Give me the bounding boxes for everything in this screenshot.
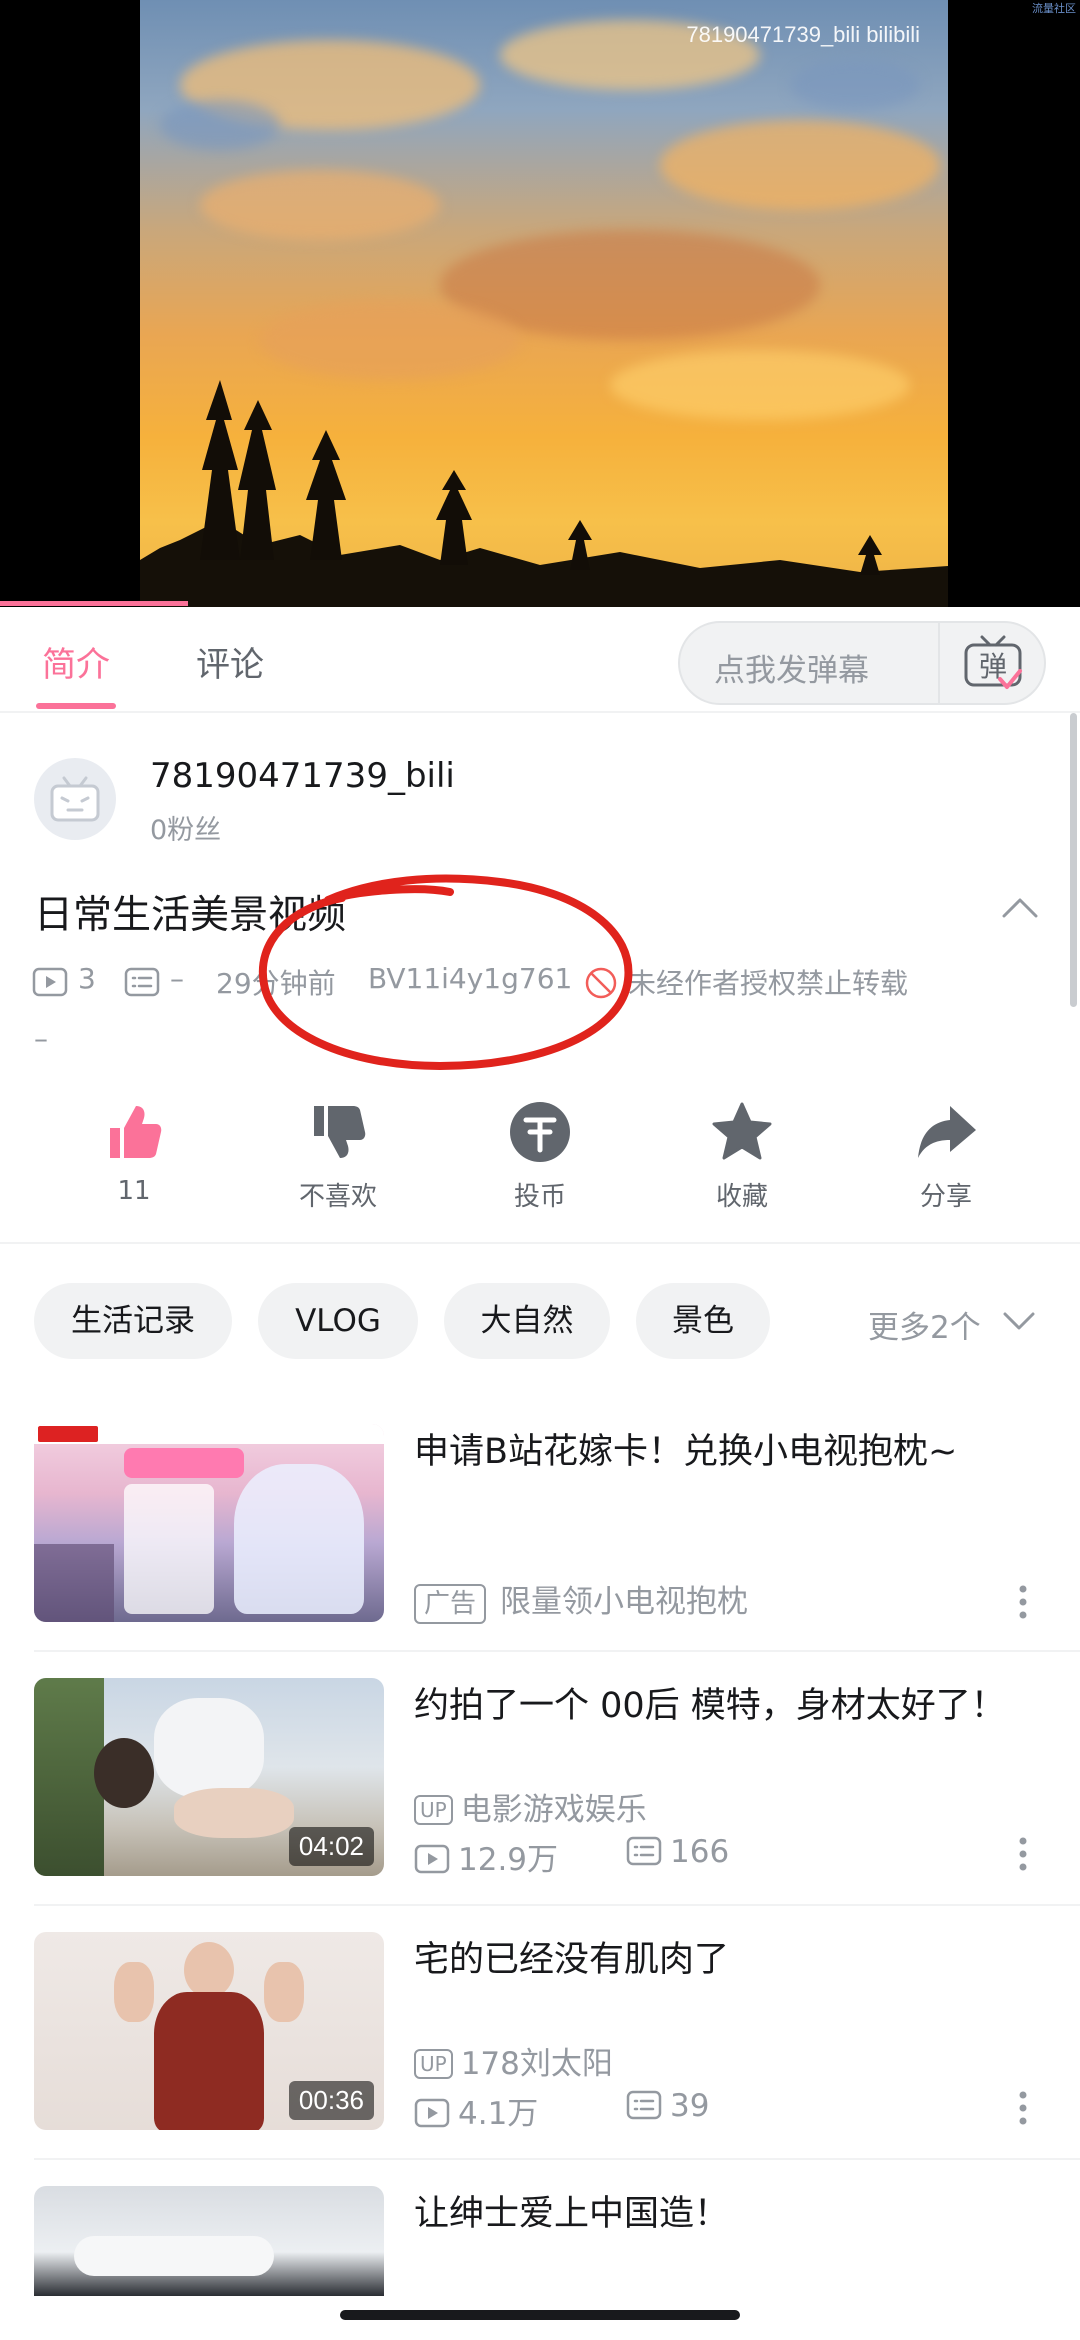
section-divider <box>0 1242 1080 1244</box>
view-count: 12.9万 <box>458 1842 559 1878</box>
related-title[interactable]: 宅的已经没有肌肉了 <box>414 1936 1014 1984</box>
danmaku-stat: 39 <box>626 2088 709 2124</box>
coin-button[interactable]: 投币 <box>470 1100 610 1213</box>
tree-silhouettes <box>140 380 948 607</box>
dislike-button[interactable]: 不喜欢 <box>268 1100 408 1213</box>
related-title[interactable]: 让绅士爱上中国造！ <box>414 2190 1014 2238</box>
dislike-icon <box>314 1106 366 1158</box>
play-count-icon <box>414 1844 450 1874</box>
like-count: 11 <box>117 1176 151 1206</box>
avatar[interactable] <box>34 758 116 840</box>
list-divider <box>34 1650 1080 1652</box>
tag-chip[interactable]: 景色 <box>636 1283 770 1359</box>
danmaku-count: 39 <box>670 2088 710 2124</box>
favorite-label: 收藏 <box>715 1182 768 1212</box>
danmaku-count-icon <box>124 967 160 997</box>
up-badge: UP <box>414 1795 453 1825</box>
danmaku-placeholder: 点我发弹幕 <box>714 653 869 689</box>
playback-progress[interactable] <box>0 601 188 606</box>
svg-text:弹: 弹 <box>979 650 1007 683</box>
uploader-fans: 0粉丝 <box>150 815 222 846</box>
red-annotation-circle <box>258 874 633 1070</box>
danmaku-divider <box>938 623 940 703</box>
uploader-name[interactable]: 78190471739_bili <box>150 756 455 796</box>
list-item[interactable]: 04:02 约拍了一个 00后 模特，身材太好了！ UP 电影游戏娱乐 12.9万… <box>0 1678 1080 1928</box>
play-count-icon <box>32 967 68 997</box>
video-frame[interactable] <box>140 0 948 607</box>
scrollbar[interactable] <box>1070 713 1077 1007</box>
share-button[interactable]: 分享 <box>876 1100 1016 1213</box>
related-uploader[interactable]: 电影游戏娱乐 <box>461 1792 647 1828</box>
ad-info: 广告 限量领小电视抱枕 <box>414 1576 748 1624</box>
chevron-down-icon[interactable] <box>1002 1308 1036 1334</box>
video-watermark: 78190471739_bili bilibili <box>686 22 920 47</box>
video-duration: 00:36 <box>288 2081 374 2120</box>
dislike-label: 不喜欢 <box>298 1182 377 1212</box>
video-thumbnail[interactable]: 00:36 <box>34 1932 384 2130</box>
danmaku-send-icon[interactable]: 弹 <box>960 631 1026 695</box>
more-options-icon[interactable] <box>1018 1836 1028 1872</box>
ad-text: 限量领小电视抱枕 <box>500 1584 749 1620</box>
more-tags-button[interactable]: 更多2个 <box>868 1302 981 1347</box>
video-description: – <box>34 1022 48 1055</box>
favorite-button[interactable]: 收藏 <box>672 1100 812 1213</box>
ad-badge: 广告 <box>414 1584 487 1624</box>
list-divider <box>34 2158 1080 2160</box>
favorite-icon <box>712 1102 772 1160</box>
share-icon <box>918 1106 976 1158</box>
play-count-icon <box>414 2098 450 2128</box>
danmaku-count-icon <box>626 2090 662 2120</box>
list-item[interactable]: 申请B站花嫁卡！兑换小电视抱枕~ 广告 限量领小电视抱枕 <box>0 1424 1080 1674</box>
danmaku-input[interactable]: 点我发弹幕 弹 <box>678 621 1046 705</box>
video-thumbnail[interactable] <box>34 1424 384 1622</box>
related-uploader[interactable]: 178刘太阳 <box>461 2046 613 2082</box>
like-icon <box>110 1106 162 1158</box>
tab-comments[interactable]: 评论 <box>196 637 264 686</box>
coin-label: 投币 <box>513 1182 566 1212</box>
like-button[interactable]: 11 <box>64 1100 204 1206</box>
default-avatar-icon <box>50 776 100 822</box>
video-thumbnail[interactable] <box>34 2186 384 2296</box>
more-options-icon[interactable] <box>1018 1584 1028 1620</box>
copyright-notice: 未经作者授权禁止转载 <box>628 967 909 1000</box>
tab-intro[interactable]: 简介 <box>42 637 110 686</box>
video-duration: 04:02 <box>288 1827 374 1866</box>
related-title[interactable]: 约拍了一个 00后 模特，身材太好了！ <box>414 1682 1014 1730</box>
chevron-up-icon[interactable] <box>1000 892 1040 922</box>
stats-row: 4.1万 <box>414 2088 538 2133</box>
home-indicator[interactable] <box>340 2310 740 2320</box>
corner-label: 流量社区 <box>1032 3 1076 15</box>
detail-tab-bar: 简介 评论 点我发弹幕 弹 <box>0 607 1080 713</box>
tag-chip[interactable]: 大自然 <box>444 1283 610 1359</box>
video-player[interactable]: 78190471739_bili bilibili 流量社区 <box>0 0 1080 607</box>
danmaku-count-icon <box>626 1836 662 1866</box>
list-item[interactable]: 00:36 宅的已经没有肌肉了 UP 178刘太阳 4.1万 39 <box>0 1932 1080 2182</box>
share-label: 分享 <box>919 1182 972 1212</box>
play-count: 3 <box>78 962 96 995</box>
view-count: 4.1万 <box>458 2096 539 2132</box>
more-options-icon[interactable] <box>1018 2090 1028 2126</box>
up-badge: UP <box>414 2049 453 2079</box>
danmaku-count: – <box>170 962 184 995</box>
related-title[interactable]: 申请B站花嫁卡！兑换小电视抱枕~ <box>414 1428 1014 1476</box>
danmaku-count: 166 <box>670 1834 730 1870</box>
stats-row: 12.9万 <box>414 1834 558 1879</box>
active-tab-indicator <box>36 703 116 709</box>
uploader-info: UP 178刘太阳 <box>414 2038 613 2083</box>
coin-icon <box>510 1102 570 1162</box>
danmaku-stat: 166 <box>626 1834 729 1870</box>
tag-chip[interactable]: VLOG <box>258 1283 418 1359</box>
uploader-info: UP 电影游戏娱乐 <box>414 1784 647 1829</box>
list-divider <box>34 1904 1080 1906</box>
video-thumbnail[interactable]: 04:02 <box>34 1678 384 1876</box>
list-item[interactable]: 让绅士爱上中国造！ <box>0 2186 1080 2296</box>
tag-chip[interactable]: 生活记录 <box>34 1283 232 1359</box>
